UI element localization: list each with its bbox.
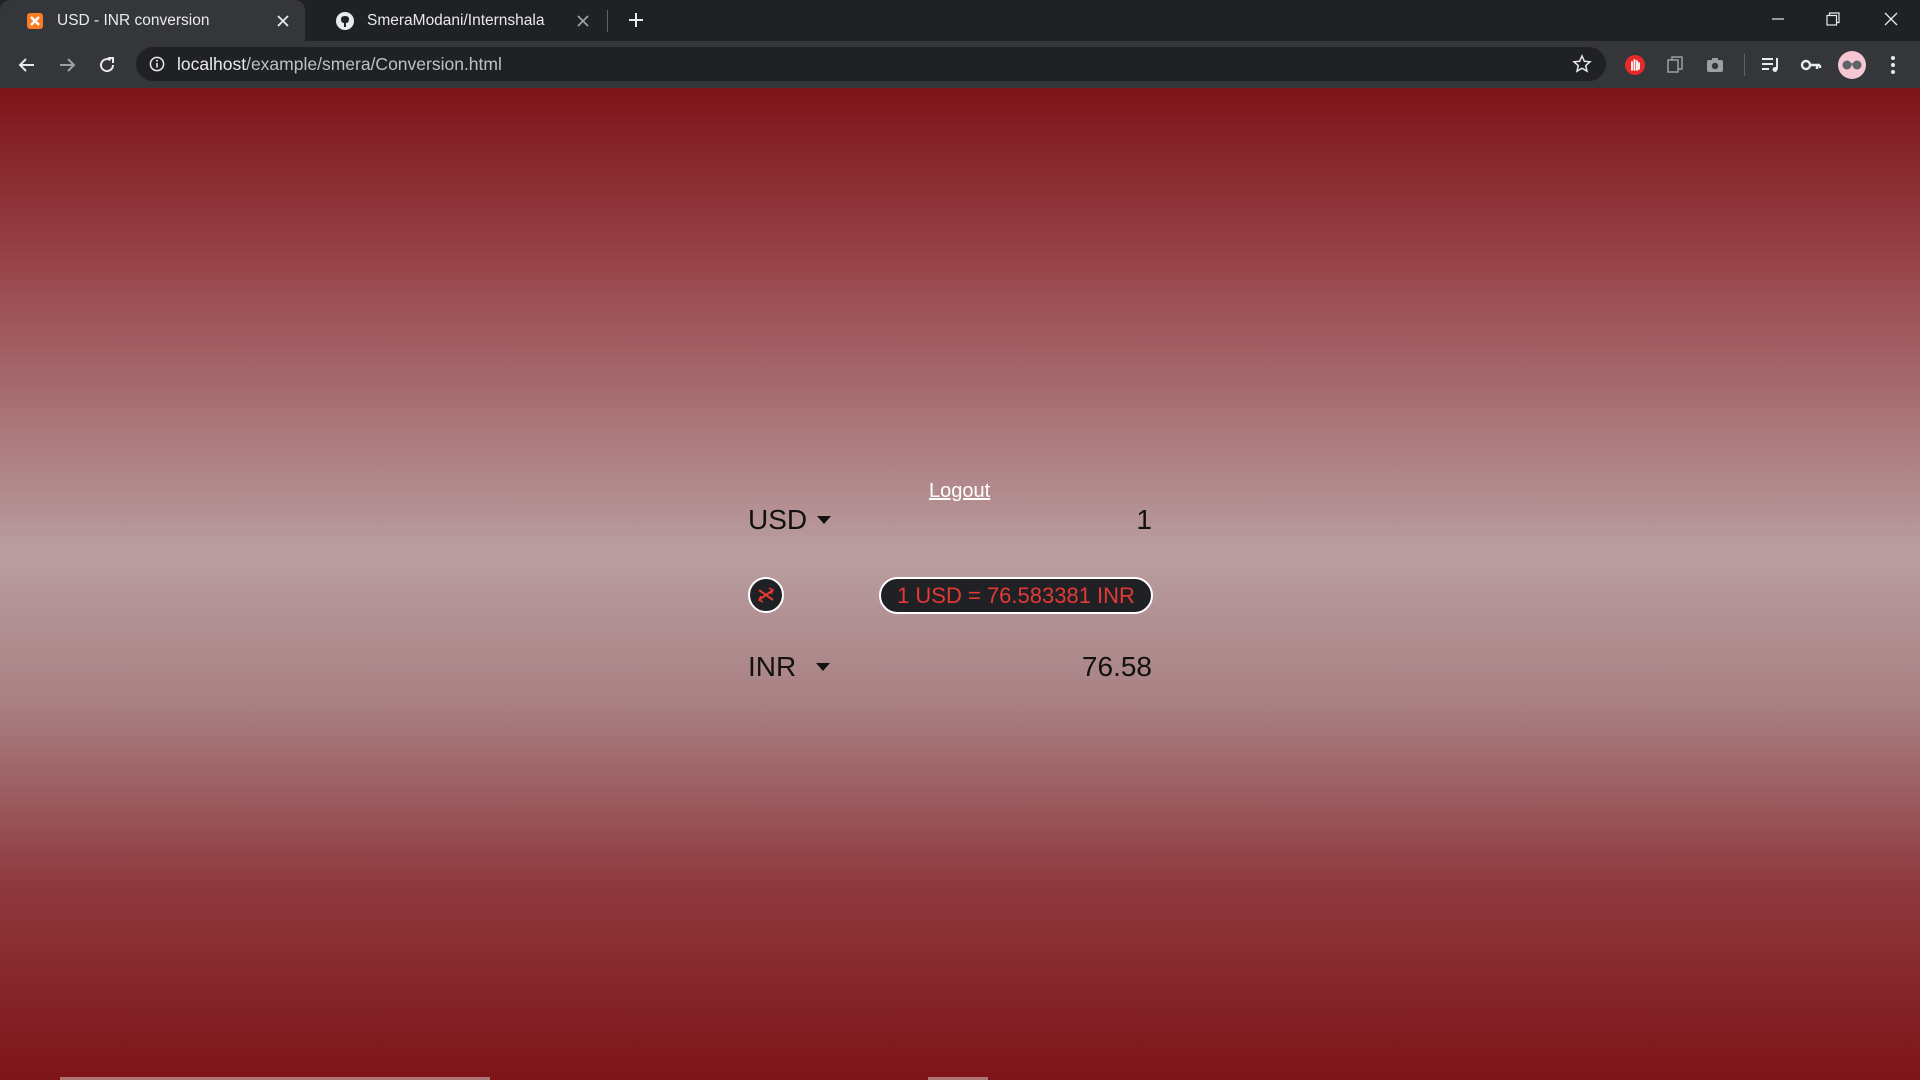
minimize-button[interactable]: [1755, 4, 1801, 34]
url-text[interactable]: localhost/example/smera/Conversion.html: [177, 54, 502, 75]
reload-button[interactable]: [92, 50, 122, 80]
tab-title: USD - INR conversion: [57, 11, 210, 29]
tab-usd-inr-conversion[interactable]: USD - INR conversion: [0, 0, 305, 41]
bookmark-star-icon[interactable]: [1570, 52, 1594, 76]
arrow-right-icon: [60, 58, 76, 72]
hand-extension-icon[interactable]: [1622, 52, 1648, 78]
xampp-icon: [25, 11, 45, 31]
exchange-rate-badge: 1 USD = 76.583381 INR: [879, 577, 1153, 614]
reload-icon: [100, 57, 115, 73]
plus-icon: [629, 13, 643, 27]
glasses-icon: [1842, 60, 1862, 70]
new-tab-button[interactable]: [624, 8, 648, 32]
close-icon[interactable]: [271, 9, 295, 33]
tab-github-internshala[interactable]: SmeraModani/Internshala: [310, 0, 605, 41]
from-currency-label: USD: [748, 504, 808, 535]
restore-button[interactable]: [1810, 4, 1856, 34]
close-icon[interactable]: [571, 9, 595, 33]
restore-icon: [1826, 12, 1840, 26]
close-window-button[interactable]: [1868, 4, 1914, 34]
tab-title: SmeraModani/Internshala: [367, 11, 545, 29]
close-icon: [1884, 12, 1898, 26]
url-host: localhost: [177, 53, 247, 74]
tab-strip: USD - INR conversion SmeraModani/Interns…: [0, 0, 1920, 41]
minimize-icon: [1772, 18, 1784, 20]
caret-down-icon: [816, 663, 831, 671]
tab-separator: [607, 10, 608, 32]
from-amount-input[interactable]: 1: [1136, 504, 1152, 536]
swap-icon: [757, 587, 775, 603]
browser-toolbar: localhost/example/smera/Conversion.html: [0, 41, 1920, 88]
key-icon[interactable]: [1798, 52, 1824, 78]
to-amount-output: 76.58: [1081, 651, 1152, 682]
info-icon[interactable]: [148, 55, 166, 73]
to-currency-select[interactable]: INR: [748, 651, 831, 683]
profile-avatar[interactable]: [1838, 51, 1866, 79]
arrow-left-icon: [18, 58, 34, 72]
camera-extension-icon[interactable]: [1702, 52, 1728, 78]
caret-down-icon: [817, 516, 832, 524]
address-bar[interactable]: localhost/example/smera/Conversion.html: [136, 47, 1606, 81]
menu-dots-icon[interactable]: [1880, 52, 1906, 78]
media-control-icon[interactable]: [1758, 52, 1784, 78]
from-currency-select[interactable]: USD: [748, 504, 832, 536]
toolbar-separator: [1744, 54, 1745, 76]
documents-extension-icon[interactable]: [1662, 52, 1688, 78]
to-currency-label: INR: [748, 651, 797, 682]
github-icon: [335, 11, 355, 31]
back-button[interactable]: [12, 50, 42, 80]
logout-link[interactable]: Logout: [929, 480, 990, 503]
forward-button[interactable]: [52, 50, 82, 80]
swap-button[interactable]: [748, 577, 784, 613]
page-viewport: Logout USD 1 1 USD = 76.583381 INR INR 7…: [0, 88, 1920, 1080]
url-path: /example/smera/Conversion.html: [246, 53, 502, 74]
